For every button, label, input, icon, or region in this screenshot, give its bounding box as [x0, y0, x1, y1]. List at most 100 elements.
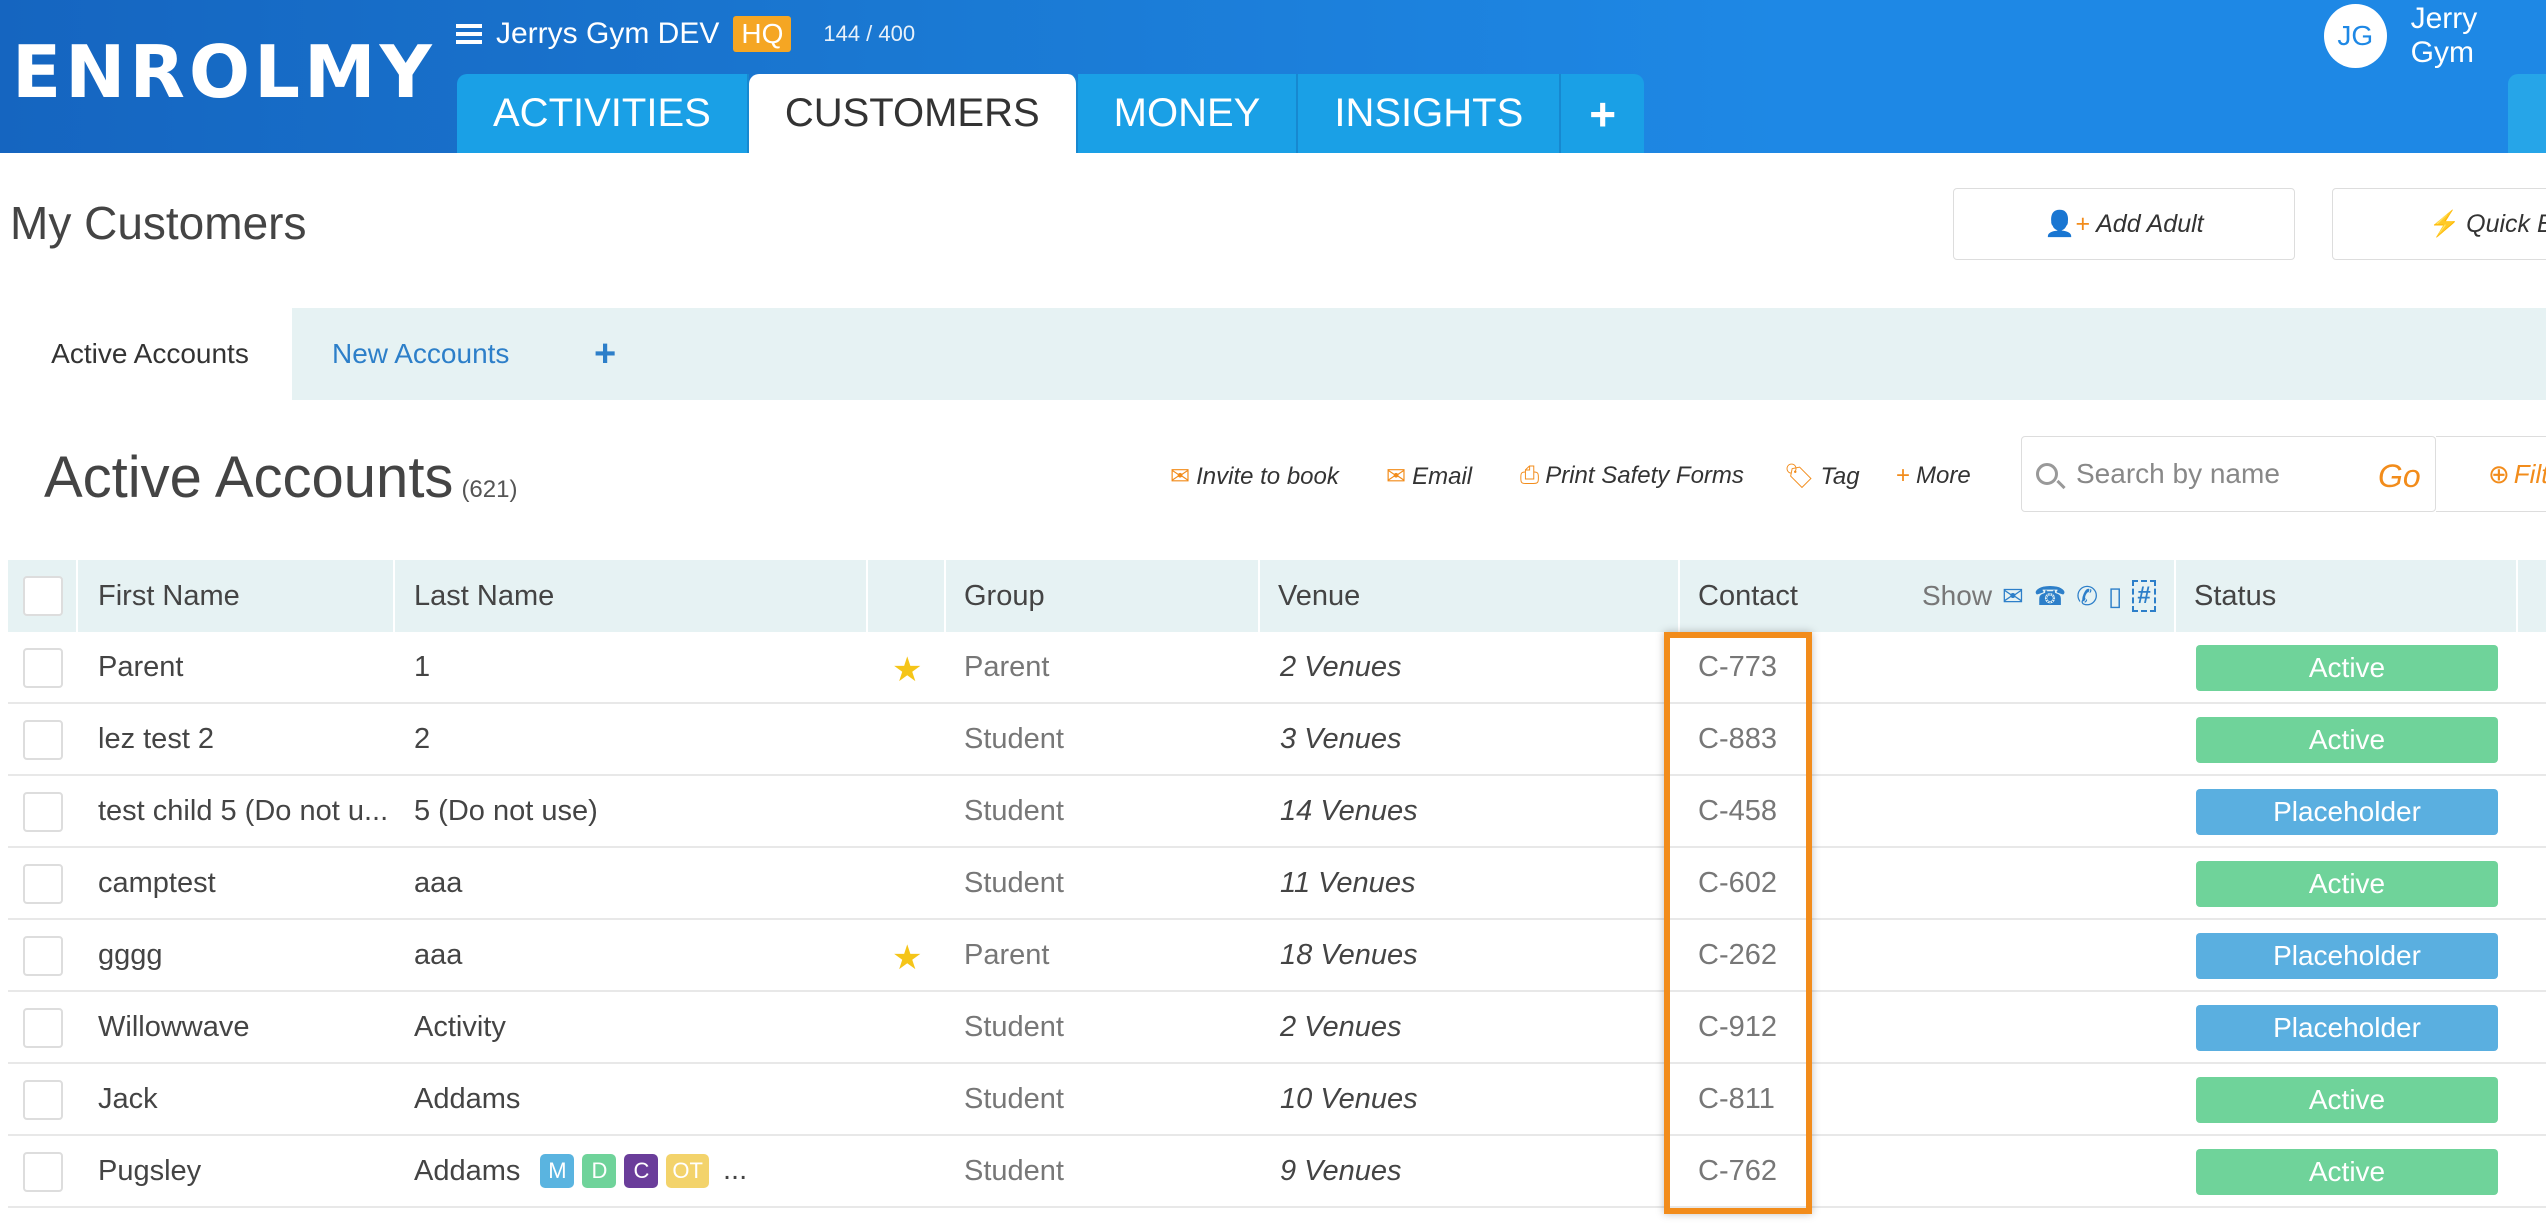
add-adult-button[interactable]: 👤+ Add Adult — [1953, 188, 2295, 260]
first-name-cell-text[interactable]: camptest — [98, 867, 216, 900]
avatar[interactable]: JG — [2324, 4, 2387, 68]
row-checkbox[interactable] — [23, 792, 63, 832]
venue-cell[interactable]: 9 Venues — [1280, 1136, 1401, 1206]
last-name-cell[interactable]: Addams M D C OT... — [414, 1136, 747, 1206]
venue-cell-text[interactable]: 18 Venues — [1280, 939, 1418, 972]
phone-square-toggle-icon[interactable]: ☎ — [2034, 581, 2066, 612]
table-row[interactable]: camptest aaa Student 11 Venues C-602 Active — [8, 848, 2546, 920]
last-name-cell-text[interactable]: 1 — [414, 651, 430, 684]
header-contact[interactable]: Contact — [1698, 560, 1798, 632]
last-name-cell[interactable]: 2 — [414, 704, 430, 774]
first-name-cell[interactable]: Jack — [98, 1064, 158, 1134]
row-checkbox[interactable] — [23, 1008, 63, 1048]
tag-button[interactable]: 🏷 Tag — [1784, 462, 1860, 491]
header-last-name[interactable]: Last Name — [414, 560, 554, 632]
table-row[interactable]: test child 5 (Do not u... 5 (Do not use) S… — [8, 776, 2546, 848]
first-name-cell[interactable]: Willowwave — [98, 992, 249, 1062]
header-group[interactable]: Group — [964, 560, 1045, 632]
table-row[interactable]: Willowwave Activity Student 2 Venues C-912 Pl… — [8, 992, 2546, 1064]
first-name-cell[interactable]: test child 5 (Do not u... — [98, 776, 388, 846]
table-row[interactable]: Parent 1 ★ Parent 2 Venues C-773 Active — [8, 632, 2546, 704]
user-name[interactable]: Jerry Gym — [2411, 2, 2546, 70]
tab-active-accounts[interactable]: Active Accounts — [8, 308, 292, 400]
venue-cell[interactable]: 3 Venues — [1280, 704, 1401, 774]
phone-toggle-icon[interactable]: ✆ — [2076, 581, 2098, 612]
first-name-cell-text[interactable]: gggg — [98, 939, 163, 972]
tag-badge[interactable]: D — [582, 1154, 617, 1188]
venue-cell[interactable]: 10 Venues — [1280, 1064, 1418, 1134]
last-name-cell-text[interactable]: Addams — [414, 1083, 520, 1116]
venue-cell[interactable]: 11 Venues — [1280, 848, 1415, 918]
venue-cell[interactable]: 2 Venues — [1280, 632, 1401, 702]
quick-book-button[interactable]: ⚡ Quick Bo — [2332, 188, 2546, 260]
venue-cell[interactable]: 18 Venues — [1280, 920, 1418, 990]
first-name-cell[interactable]: lez test 2 — [98, 704, 214, 774]
table-row[interactable]: Pugsley Addams M D C OT... Student 9 Venues C-76… — [8, 1136, 2546, 1208]
go-button[interactable]: Go — [2378, 458, 2421, 495]
header-status[interactable]: Status — [2194, 560, 2276, 632]
venue-cell-text[interactable]: 11 Venues — [1280, 867, 1415, 900]
venue-cell[interactable]: 2 Venues — [1280, 992, 1401, 1062]
tab-money[interactable]: MONEY — [1077, 74, 1299, 153]
venue-cell-text[interactable]: 9 Venues — [1280, 1155, 1401, 1188]
tab-customers[interactable]: CUSTOMERS — [748, 74, 1078, 153]
last-name-cell-text[interactable]: 2 — [414, 723, 430, 756]
header-venue[interactable]: Venue — [1278, 560, 1360, 632]
first-name-cell-text[interactable]: Parent — [98, 651, 183, 684]
venue-cell-text[interactable]: 3 Venues — [1280, 723, 1401, 756]
first-name-cell[interactable]: camptest — [98, 848, 216, 918]
org-switcher[interactable]: Jerrys Gym DEV HQ 144 / 400 — [456, 16, 915, 52]
first-name-cell[interactable]: gggg — [98, 920, 163, 990]
tab-add-plus-icon[interactable]: + — [1561, 74, 1645, 153]
enrolmy-logo[interactable]: ENROLMY — [12, 30, 436, 114]
row-checkbox[interactable] — [23, 720, 63, 760]
mobile-toggle-icon[interactable]: ▯ — [2108, 581, 2122, 612]
last-name-cell[interactable]: aaa — [414, 848, 462, 918]
venue-cell[interactable]: 14 Venues — [1280, 776, 1418, 846]
row-checkbox[interactable] — [23, 648, 63, 688]
email-button[interactable]: ✉ Email — [1386, 462, 1472, 491]
venue-cell-text[interactable]: 10 Venues — [1280, 1083, 1418, 1116]
row-checkbox[interactable] — [23, 1080, 63, 1120]
print-safety-forms-button[interactable]: ⎙ Print Safety Forms — [1520, 462, 1744, 490]
notifications-bell-icon[interactable] — [2508, 74, 2546, 153]
last-name-cell-text[interactable]: aaa — [414, 867, 462, 900]
table-row[interactable]: Jack Addams Student 10 Venues C-811 Active — [8, 1064, 2546, 1136]
last-name-cell-text[interactable]: Addams — [414, 1155, 520, 1188]
row-checkbox[interactable] — [23, 864, 63, 904]
row-checkbox[interactable] — [23, 936, 63, 976]
more-tags-ellipsis[interactable]: ... — [723, 1154, 747, 1188]
last-name-cell-text[interactable]: aaa — [414, 939, 462, 972]
id-toggle-icon[interactable]: # — [2132, 580, 2156, 612]
last-name-cell-text[interactable]: Activity — [414, 1011, 506, 1044]
tab-new-accounts[interactable]: New Accounts — [332, 308, 509, 400]
last-name-cell[interactable]: Addams — [414, 1064, 520, 1134]
venue-cell-text[interactable]: 14 Venues — [1280, 795, 1418, 828]
user-menu[interactable]: JG Jerry Gym — [2324, 2, 2546, 70]
more-button[interactable]: + More — [1896, 462, 1971, 490]
invite-to-book-button[interactable]: ✉ Invite to book — [1170, 462, 1339, 491]
first-name-cell[interactable]: Pugsley — [98, 1136, 201, 1206]
first-name-cell-text[interactable]: Jack — [98, 1083, 158, 1116]
add-tab-plus-icon[interactable]: + — [594, 308, 616, 400]
venue-cell-text[interactable]: 2 Venues — [1280, 1011, 1401, 1044]
first-name-cell-text[interactable]: Pugsley — [98, 1155, 201, 1188]
tag-badge[interactable]: C — [624, 1154, 659, 1188]
last-name-cell[interactable]: Activity — [414, 992, 506, 1062]
tag-badge[interactable]: OT — [666, 1154, 709, 1188]
first-name-cell[interactable]: Parent — [98, 632, 183, 702]
tab-activities[interactable]: ACTIVITIES — [457, 74, 749, 153]
tab-insights[interactable]: INSIGHTS — [1298, 74, 1562, 153]
last-name-cell[interactable]: aaa — [414, 920, 462, 990]
tag-badge[interactable]: M — [540, 1154, 575, 1188]
last-name-cell-text[interactable]: 5 (Do not use) — [414, 795, 598, 828]
venue-cell-text[interactable]: 2 Venues — [1280, 651, 1401, 684]
table-row[interactable]: gggg aaa ★ Parent 18 Venues C-262 Placeholder — [8, 920, 2546, 992]
org-name[interactable]: Jerrys Gym DEV — [496, 17, 719, 51]
hamburger-menu-icon[interactable] — [456, 24, 482, 44]
last-name-cell[interactable]: 5 (Do not use) — [414, 776, 598, 846]
first-name-cell-text[interactable]: lez test 2 — [98, 723, 214, 756]
filter-button[interactable]: ⊕ Filt — [2436, 436, 2546, 512]
search-input[interactable] — [2076, 458, 2376, 490]
last-name-cell[interactable]: 1 — [414, 632, 430, 702]
